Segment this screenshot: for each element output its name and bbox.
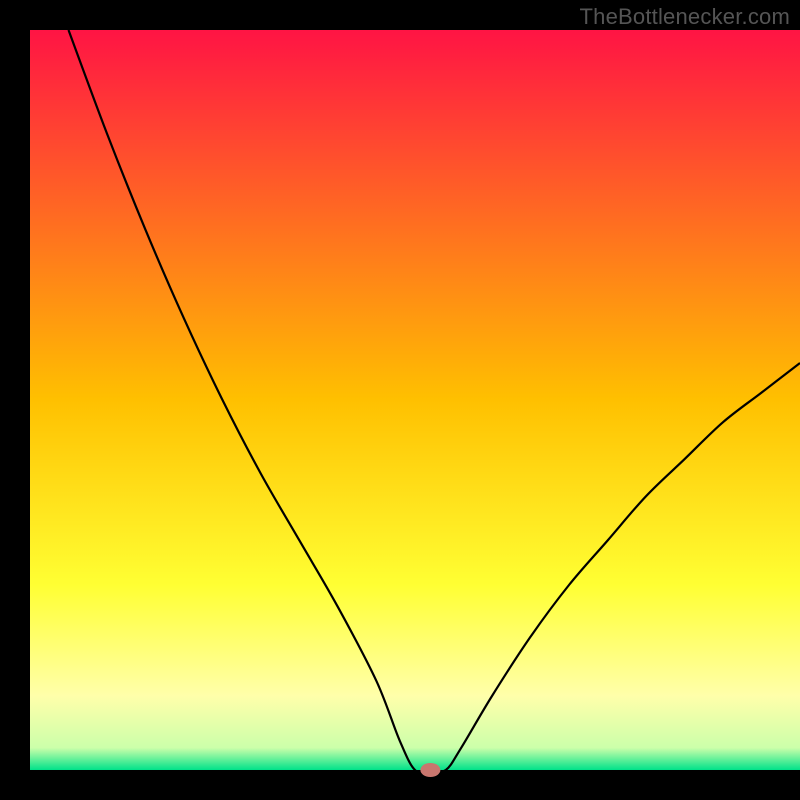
attribution-label: TheBottlenecker.com (580, 4, 790, 30)
bottleneck-chart (0, 0, 800, 800)
plot-background (30, 30, 800, 770)
optimal-marker (420, 763, 440, 777)
